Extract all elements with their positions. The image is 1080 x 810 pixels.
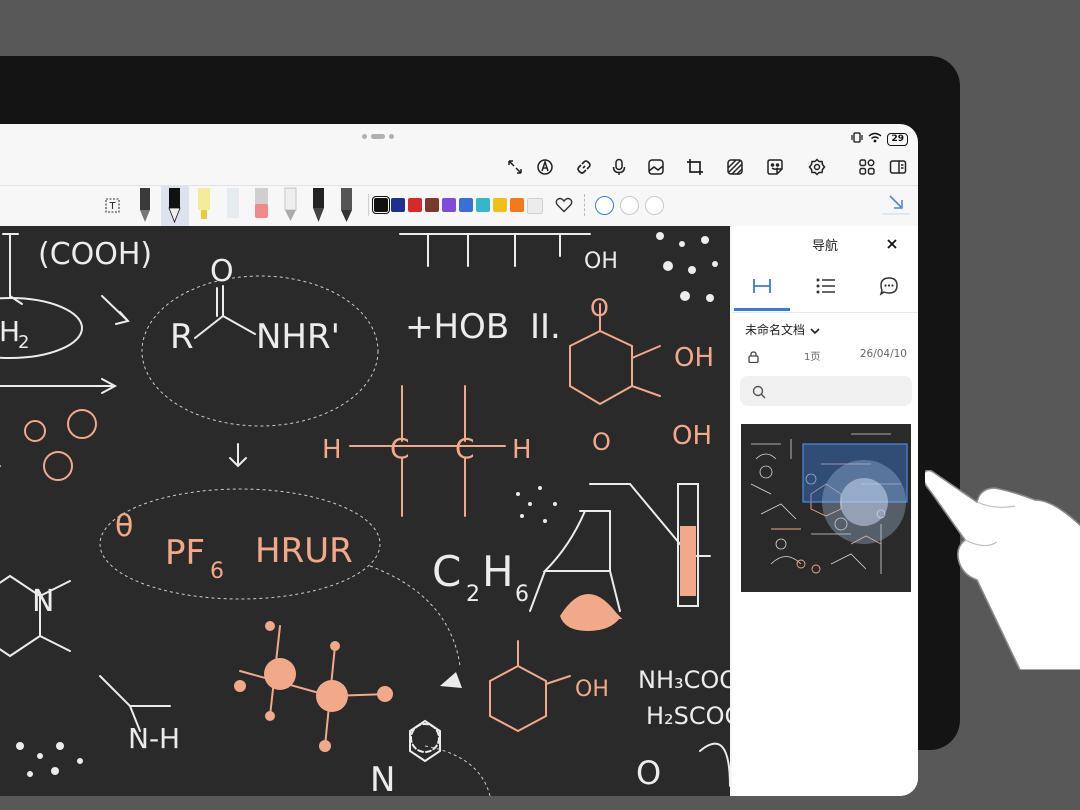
tab-comments[interactable] [879, 276, 899, 296]
stroke-size-large[interactable] [645, 196, 664, 215]
note-hrur: HRUR [255, 531, 353, 571]
pencil-light-icon[interactable] [227, 188, 239, 218]
lock-icon [748, 348, 759, 364]
note-o-keto: O [590, 294, 609, 322]
note-oh-top: OH [584, 249, 618, 274]
microphone-icon[interactable] [606, 154, 632, 180]
active-tab-indicator [734, 308, 790, 311]
grid-icon[interactable] [854, 154, 880, 180]
chevron-down-icon [810, 320, 820, 339]
note-c2h6-h: H [482, 547, 514, 596]
toolbar-divider [368, 194, 369, 216]
settings-icon[interactable] [804, 154, 830, 180]
page-thumbnail[interactable] [741, 424, 911, 592]
tab-thumbnails[interactable] [752, 278, 772, 294]
doc-date: 26/04/10 [859, 348, 907, 360]
note-h2scoo: H₂SCOO [646, 702, 730, 730]
divider [732, 312, 918, 313]
hand-pointer [925, 470, 1080, 670]
toolbar-divider [584, 194, 586, 216]
note-cooh: (COOH) [38, 237, 152, 272]
chemistry-sketch: H (COOH) NH 2 O R NHR' +HOB II. C 2 H 6 … [0, 232, 730, 796]
tablet-screen: 29 (COOH) H 2 O R NHR' +HOB II. C 2 H 6 … [0, 124, 918, 796]
drawing-canvas[interactable]: H (COOH) NH 2 O R NHR' +HOB II. C 2 H 6 … [0, 226, 730, 796]
sidebar-icon[interactable] [885, 154, 911, 180]
note-r: R [170, 317, 194, 357]
note-nh2: NH [0, 315, 20, 348]
text-tool-icon[interactable] [105, 198, 120, 213]
note-c1: C [390, 432, 410, 465]
status-bar: 29 [0, 124, 918, 152]
note-pf6-sub: 6 [210, 559, 224, 584]
doc-name: 未命名文档 [745, 323, 806, 337]
note-o-bottom: O [636, 754, 661, 792]
collapse-toolbar-icon[interactable] [882, 190, 910, 220]
highlighter-icon[interactable] [198, 188, 210, 219]
note-nh2-sub: 2 [18, 332, 29, 353]
color-swatch[interactable] [493, 198, 507, 212]
note-c2: C [455, 432, 475, 465]
search-input[interactable] [740, 376, 912, 406]
eraser-icon[interactable] [255, 188, 268, 218]
expand-icon[interactable] [502, 154, 528, 180]
note-c2h6-c: C [432, 547, 461, 596]
note-roman: II. [530, 307, 561, 347]
top-toolbar [0, 152, 918, 184]
multitask-dots[interactable] [362, 134, 394, 139]
stroke-size-small[interactable] [595, 196, 614, 215]
note-pf6: PF [165, 533, 205, 573]
note-c2h6-6: 6 [515, 582, 529, 607]
pattern-icon[interactable] [722, 154, 748, 180]
note-hob: +HOB [405, 307, 509, 347]
note-o-ring: O [592, 428, 611, 456]
color-swatch[interactable] [510, 198, 524, 212]
color-swatch[interactable] [391, 198, 405, 212]
pen-tools [140, 186, 352, 226]
note-n: N [32, 584, 54, 619]
battery-level: 29 [887, 132, 908, 146]
close-icon[interactable] [885, 236, 899, 250]
vibrate-icon [851, 132, 864, 146]
pen-toolbar [0, 185, 918, 227]
note-h-right: H [512, 435, 532, 465]
favorite-heart-icon[interactable] [555, 197, 573, 213]
search-icon [752, 384, 766, 403]
color-swatch[interactable] [527, 198, 543, 214]
stroke-size-medium[interactable] [620, 196, 639, 215]
image-icon[interactable] [643, 154, 669, 180]
note-oh3: OH [575, 677, 609, 702]
page-count: 1页 [804, 352, 821, 363]
note-theta: θ [115, 509, 133, 544]
note-nh: N-H [128, 722, 180, 755]
doc-name-dropdown[interactable]: 未命名文档 [745, 320, 820, 339]
wifi-icon [868, 132, 882, 146]
note-oh2: OH [672, 421, 712, 451]
note-h-left: H [322, 435, 342, 465]
note-nhr: NHR' [256, 317, 340, 357]
sticker-icon[interactable] [762, 154, 788, 180]
color-swatch[interactable] [459, 198, 473, 212]
note-c2h6-2: 2 [466, 582, 480, 607]
crop-icon[interactable] [682, 154, 708, 180]
note-o-top: O [210, 254, 234, 289]
calligraphy-pen-icon[interactable] [341, 188, 352, 222]
color-swatch[interactable] [408, 198, 422, 212]
tablet-frame: 29 (COOH) H 2 O R NHR' +HOB II. C 2 H 6 … [0, 56, 960, 796]
thumbnail-preview [750, 433, 908, 574]
status-indicators: 29 [851, 132, 908, 146]
link-icon[interactable] [571, 154, 597, 180]
marker-icon[interactable] [313, 188, 324, 222]
tab-outline[interactable] [816, 278, 836, 294]
brush-icon[interactable] [284, 187, 297, 221]
pen-nib-icon[interactable] [532, 154, 558, 180]
note-nh3coo: NH₃COO [638, 666, 730, 694]
color-swatch[interactable] [425, 198, 439, 212]
note-n-bottom: N [370, 760, 395, 796]
color-swatch[interactable] [372, 196, 390, 214]
fountain-pen-icon[interactable] [140, 188, 150, 222]
color-swatch[interactable] [442, 198, 456, 212]
navigation-panel: 导航 未命名文档 1页 26/04/10 [732, 226, 918, 796]
color-swatch[interactable] [476, 198, 490, 212]
note-oh1: OH [674, 343, 714, 373]
